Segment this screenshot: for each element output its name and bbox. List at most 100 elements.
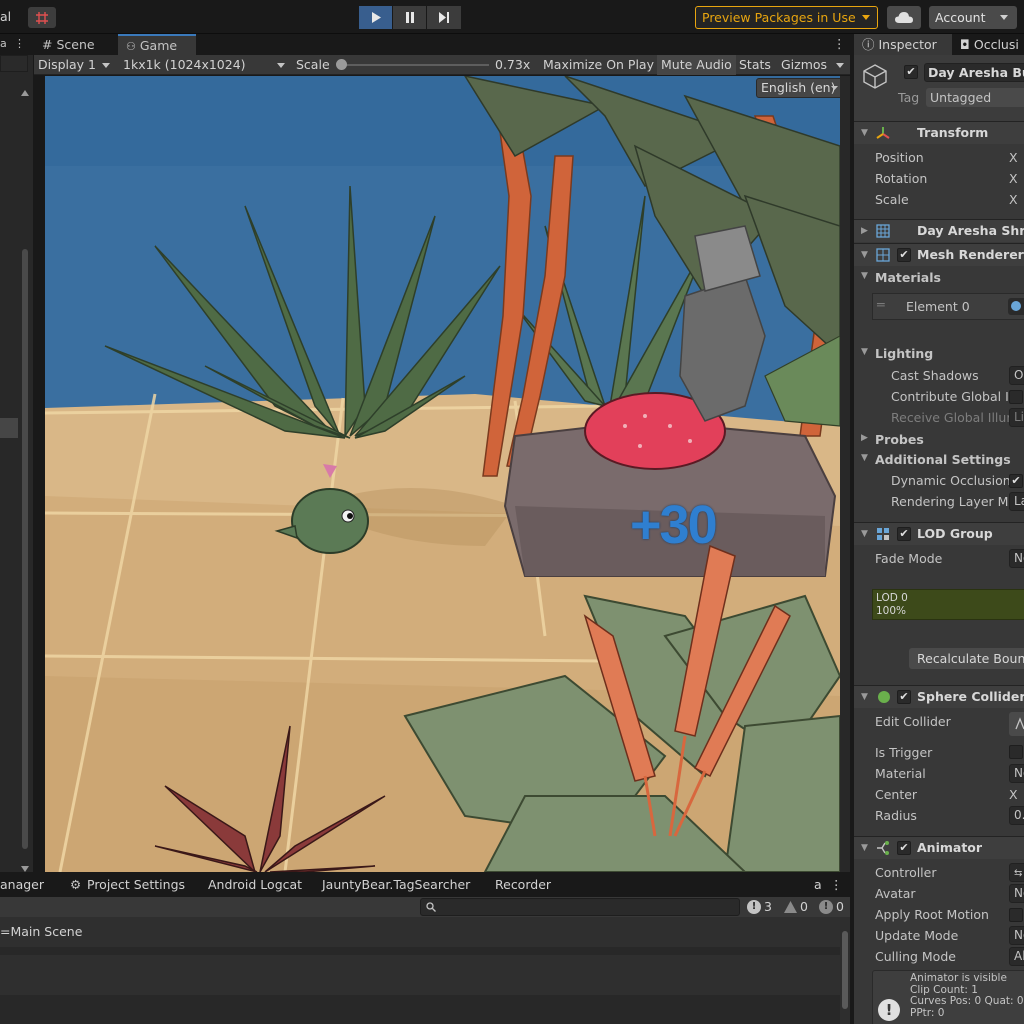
scroll-down-arrow-icon[interactable] <box>21 860 29 872</box>
additional-settings-foldout[interactable]: ▼ Additional Settings <box>854 449 1024 470</box>
cloud-button[interactable] <box>887 6 921 29</box>
fade-mode-dropdown[interactable]: No <box>1009 549 1024 568</box>
hierarchy-scrollbar-thumb[interactable] <box>22 249 28 849</box>
receive-gi-dropdown[interactable]: Lig <box>1009 408 1024 427</box>
layout-tool-button[interactable] <box>28 7 56 28</box>
pause-button[interactable] <box>393 6 427 29</box>
scale-slider-track[interactable] <box>339 64 489 66</box>
tab-scene-label: Scene <box>56 37 95 52</box>
play-icon <box>371 12 381 23</box>
tab-inspector[interactable]: ⓘ Inspector <box>854 34 952 55</box>
language-dropdown[interactable]: English (en) <box>756 78 840 98</box>
error-count-toggle[interactable]: ! 0 <box>819 897 844 917</box>
tab-tag-searcher[interactable]: JauntyBear.TagSearcher <box>322 873 470 897</box>
avatar-label: Avatar <box>875 886 916 901</box>
rendering-layer-dropdown[interactable]: La <box>1009 492 1024 511</box>
radius-field[interactable]: 0.5 <box>1009 806 1024 825</box>
animator-header[interactable]: ▼ ✔ Animator <box>854 836 1024 859</box>
tab-recorder[interactable]: Recorder <box>495 873 551 897</box>
animator-info-box: ! Animator is visible Clip Count: 1 Curv… <box>872 970 1024 1024</box>
hierarchy-search-input[interactable] <box>0 55 28 72</box>
update-mode-dropdown[interactable]: No <box>1009 926 1024 945</box>
console-row[interactable]: =Main Scene <box>0 917 840 947</box>
avatar-field[interactable]: No <box>1009 884 1024 903</box>
gizmos-toggle[interactable]: Gizmos <box>777 55 831 75</box>
step-button[interactable] <box>427 6 461 29</box>
stats-toggle[interactable]: Stats <box>735 55 775 75</box>
mesh-renderer-enabled-checkbox[interactable]: ✔ <box>897 248 911 262</box>
kebab-menu-icon[interactable]: ⋮ <box>833 36 846 51</box>
materials-foldout[interactable]: ▼ Materials <box>854 267 1024 288</box>
kebab-menu-icon[interactable]: ⋮ <box>14 37 25 50</box>
console-row[interactable] <box>0 955 840 995</box>
controller-field[interactable]: ⇆ <box>1009 863 1024 882</box>
resolution-dropdown[interactable]: 1kx1k (1024x1024) <box>119 55 290 75</box>
preview-packages-button[interactable]: Preview Packages in Use <box>695 6 878 29</box>
object-active-checkbox[interactable]: ✔ <box>904 65 918 79</box>
console-search-input[interactable] <box>420 898 740 916</box>
edit-collider-button[interactable] <box>1009 712 1024 736</box>
info-count-toggle[interactable]: ! 3 <box>747 897 772 917</box>
scale-label: Scale <box>296 57 330 72</box>
shrub-component-header[interactable]: ▶ Day Aresha Shrub <box>854 219 1024 242</box>
fold-arrow-icon: ▼ <box>861 128 868 138</box>
transform-header[interactable]: ▼ Transform <box>854 121 1024 144</box>
lod0-bar[interactable]: LOD 0 100% <box>872 589 1024 620</box>
contribute-gi-checkbox[interactable] <box>1009 390 1023 404</box>
probes-foldout[interactable]: ▶ Probes <box>854 429 1024 450</box>
account-dropdown[interactable]: Account <box>929 6 1017 29</box>
kebab-menu-icon[interactable]: ⋮ <box>830 873 843 897</box>
lod-group-header[interactable]: ▼ ✔ LOD Group <box>854 522 1024 545</box>
recalculate-bounds-button[interactable]: Recalculate Bound <box>909 648 1024 669</box>
apply-root-motion-checkbox[interactable] <box>1009 908 1023 922</box>
animator-enabled-checkbox[interactable]: ✔ <box>897 841 911 855</box>
chevron-down-icon <box>277 63 285 68</box>
lighting-foldout[interactable]: ▼ Lighting <box>854 343 1024 364</box>
object-name-field[interactable]: Day Aresha Bus <box>924 63 1024 82</box>
tag-dropdown[interactable]: Untagged <box>926 88 1024 107</box>
chevron-down-icon[interactable] <box>836 63 844 68</box>
mute-audio-toggle[interactable]: Mute Audio <box>657 55 736 75</box>
culling-mode-dropdown[interactable]: Al <box>1009 947 1024 966</box>
tab-game[interactable]: ⚇ Game <box>118 34 196 55</box>
cast-shadows-dropdown[interactable]: Or <box>1009 366 1024 385</box>
lock-icon[interactable]: a <box>0 37 7 50</box>
material-element-row[interactable]: ═ Element 0 <box>872 293 1024 320</box>
scroll-up-arrow-icon[interactable] <box>21 84 29 96</box>
drag-handle-icon[interactable]: ═ <box>877 297 885 312</box>
sphere-collider-header[interactable]: ▼ ✔ Sphere Collider <box>854 685 1024 708</box>
transform-axes-icon <box>876 127 890 139</box>
lod-group-icon <box>877 528 889 540</box>
material-object-field[interactable] <box>1008 298 1024 315</box>
sphere-collider-enabled-checkbox[interactable]: ✔ <box>897 690 911 704</box>
console-row[interactable] <box>0 995 840 1024</box>
warning-count-toggle[interactable]: 0 <box>784 897 808 917</box>
display-dropdown[interactable]: Display 1 <box>34 55 118 75</box>
toolbar-left-label[interactable]: al <box>0 0 11 34</box>
main-toolbar: al Preview Packages in Use Account <box>0 0 1024 34</box>
tab-package-manager[interactable]: anager <box>0 873 44 897</box>
hierarchy-selected-row[interactable] <box>0 418 18 438</box>
tab-occlusion[interactable]: ◘ Occlusi <box>960 34 1024 55</box>
tab-scene[interactable]: # Scene <box>34 34 118 55</box>
console-scrollbar[interactable] <box>840 917 850 1024</box>
is-trigger-checkbox[interactable] <box>1009 745 1023 759</box>
game-viewport[interactable]: English (en) +30 <box>45 76 840 872</box>
mesh-renderer-header[interactable]: ▼ ✔ Mesh Renderer <box>854 243 1024 266</box>
error-count: 0 <box>836 899 844 914</box>
animator-icon <box>877 841 889 855</box>
lod-group-enabled-checkbox[interactable]: ✔ <box>897 527 911 541</box>
scale-slider-handle[interactable] <box>336 59 347 70</box>
mesh-renderer-icon <box>876 248 890 262</box>
dynamic-occlusion-checkbox[interactable]: ✔ <box>1009 474 1023 488</box>
tab-android-logcat[interactable]: Android Logcat <box>208 873 302 897</box>
maximize-on-play-toggle[interactable]: Maximize On Play <box>539 55 658 75</box>
console-scrollbar-thumb[interactable] <box>842 931 848 1009</box>
play-button[interactable] <box>359 6 393 29</box>
tab-project-settings[interactable]: Project Settings <box>87 873 185 897</box>
score-popup: +30 <box>630 495 718 555</box>
collider-material-field[interactable]: No <box>1009 764 1024 783</box>
lock-icon[interactable]: a <box>814 873 822 897</box>
scale-value: 0.73x <box>495 57 531 72</box>
lod0-percent: 100% <box>876 605 907 617</box>
